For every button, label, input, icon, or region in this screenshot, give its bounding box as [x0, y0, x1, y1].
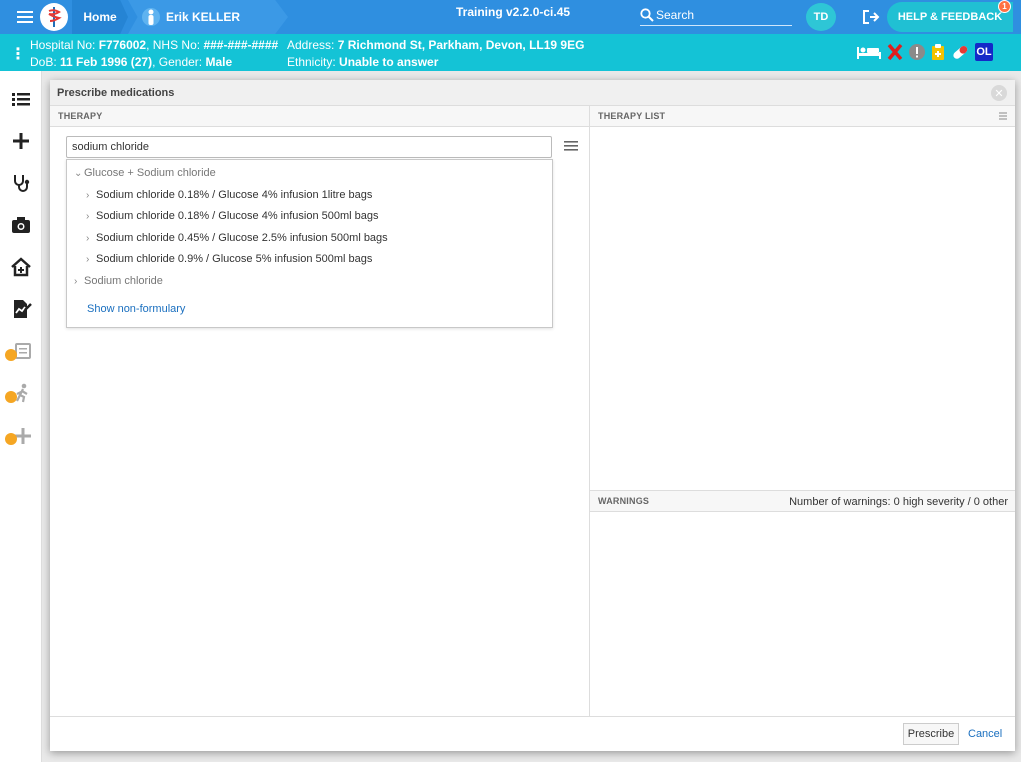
warnings-pane: WARNINGS Number of warnings: 0 high seve… [590, 490, 1015, 716]
list-icon[interactable] [0, 79, 42, 119]
dob-gender-line: DoB: 11 Feb 1996 (27), Gender: Male [30, 55, 233, 69]
patient-banner: ⋮ Hospital No: F776002, NHS No: ###-###-… [0, 34, 1021, 71]
stethoscope-icon[interactable] [0, 163, 42, 203]
notification-badge: 1 [998, 0, 1011, 13]
result-item[interactable]: › Sodium chloride 0.18% / Glucose 4% infu… [67, 185, 552, 205]
prescribe-button[interactable]: Prescribe [903, 723, 959, 745]
search-box[interactable]: Search [640, 4, 792, 26]
version-label: Training v2.2.0-ci.45 [456, 5, 571, 19]
add-icon[interactable] [0, 121, 42, 161]
camera-icon[interactable] [0, 205, 42, 245]
ethnicity-line: Ethnicity: Unable to answer [287, 55, 439, 69]
warnings-count: Number of warnings: 0 high severity / 0 … [789, 496, 1008, 508]
top-bar: Home Erik KELLER Training v2.2.0-ci.45 S… [0, 0, 1021, 34]
bed-icon[interactable] [856, 42, 882, 62]
left-sidebar [0, 71, 42, 762]
alert-icon[interactable] [908, 42, 926, 62]
warnings-header: WARNINGS Number of warnings: 0 high seve… [590, 491, 1015, 512]
cancel-button[interactable]: Cancel [968, 728, 1002, 740]
user-avatar[interactable]: TD [806, 3, 836, 31]
result-item[interactable]: › Sodium chloride 0.45% / Glucose 2.5% in… [67, 228, 552, 248]
chevron-right-icon: › [74, 275, 78, 287]
therapy-header: THERAPY [50, 106, 589, 127]
pill-icon[interactable] [950, 42, 970, 62]
lock-icon [5, 433, 17, 445]
chevron-right-icon: › [86, 232, 90, 244]
person-icon [142, 8, 160, 26]
patient-name: Erik KELLER [166, 10, 241, 24]
list-menu-icon[interactable] [564, 140, 578, 152]
hospital-number-line: Hospital No: F776002, NHS No: ###-###-##… [30, 38, 279, 52]
clipboard-icon[interactable] [931, 42, 945, 62]
close-icon[interactable]: ✕ [991, 85, 1007, 101]
dialog-header: Prescribe medications ✕ [50, 80, 1015, 106]
hamburger-menu-icon[interactable] [12, 0, 38, 34]
locked-add-icon[interactable] [0, 415, 42, 455]
locked-clipboard-icon[interactable] [0, 331, 42, 371]
therapy-list-header: THERAPY LIST [590, 106, 1015, 127]
chevron-right-icon: › [86, 189, 90, 201]
locked-walking-icon[interactable] [0, 373, 42, 413]
document-chart-icon[interactable] [0, 289, 42, 329]
lock-icon [5, 349, 17, 361]
search-icon [640, 7, 654, 22]
chevron-right-icon: › [86, 210, 90, 222]
banner-icons: OL [856, 42, 993, 62]
chevron-right-icon: › [86, 253, 90, 265]
result-item[interactable]: › Sodium chloride 0.9% / Glucose 5% infus… [67, 249, 552, 269]
chevron-down-icon: ⌄ [74, 167, 83, 179]
ol-badge[interactable]: OL [975, 43, 993, 61]
therapy-list-pane: THERAPY LIST [590, 106, 1015, 490]
lock-icon [5, 391, 17, 403]
result-group-sodium-chloride[interactable]: › Sodium chloride [67, 271, 552, 291]
app-logo[interactable] [40, 0, 70, 34]
result-group-glucose-sodium[interactable]: ⌄ Glucose + Sodium chloride [67, 163, 552, 183]
dialog-title: Prescribe medications [57, 87, 175, 99]
red-x-icon[interactable] [887, 42, 903, 62]
address-line: Address: 7 Richmond St, Parkham, Devon, … [287, 38, 585, 52]
logout-icon[interactable] [860, 0, 882, 34]
result-item[interactable]: › Sodium chloride 0.18% / Glucose 4% infu… [67, 206, 552, 226]
home-breadcrumb[interactable]: Home [72, 0, 128, 34]
help-feedback-button[interactable]: HELP & FEEDBACK 1 [887, 0, 1013, 32]
dialog-footer: Prescribe Cancel [50, 716, 1015, 751]
more-vertical-icon[interactable]: ⋮ [10, 44, 26, 64]
patient-breadcrumb[interactable]: Erik KELLER [128, 0, 288, 34]
search-results-dropdown: ⌄ Glucose + Sodium chloride › Sodium chlor… [66, 159, 553, 328]
list-menu-icon[interactable] [999, 112, 1007, 120]
show-non-formulary-link[interactable]: Show non-formulary [67, 299, 552, 319]
home-add-icon[interactable] [0, 247, 42, 287]
medication-search-input[interactable] [66, 136, 552, 158]
prescribe-medications-dialog: Prescribe medications ✕ THERAPY ⌄Glucose… [50, 80, 1015, 751]
